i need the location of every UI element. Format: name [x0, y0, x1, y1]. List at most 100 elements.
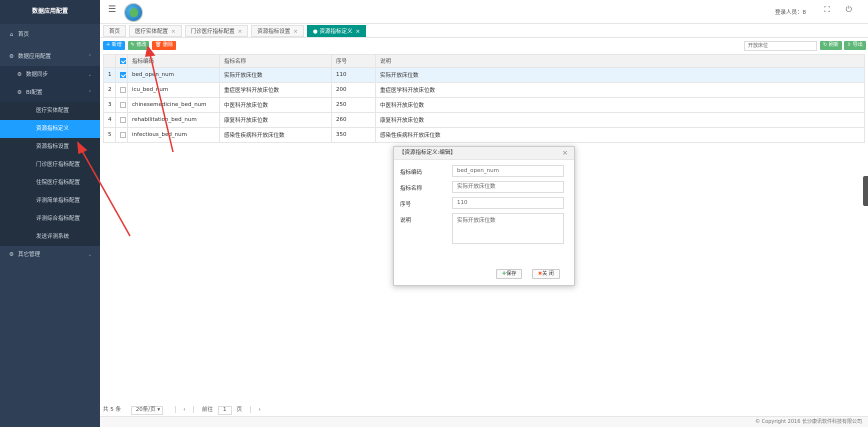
refresh-button[interactable]: ↻ 刷新 [820, 41, 842, 50]
desc-textarea[interactable]: 实际开放床位数 [452, 213, 564, 244]
row-number: 5 [103, 127, 116, 143]
cell-code: chinesemedicine_bed_num [127, 97, 220, 113]
close-icon[interactable]: × [562, 149, 568, 157]
sidebar-item-label: 数据同步 [26, 72, 49, 78]
sidebar-item-simple-eval[interactable]: 评测简单指标配置 [0, 192, 100, 210]
tab-outpatient-config[interactable]: 门诊医疗指标配置 × [184, 25, 249, 37]
cell-name: 实际开放床位数 [219, 67, 332, 83]
table-row[interactable]: 4 rehabilitation_bed_num 康复科开放床位数 260 康复… [103, 112, 865, 128]
cell-desc: 中医科开放床位数 [375, 97, 865, 113]
cell-code: bed_open_num [127, 67, 220, 83]
code-field[interactable]: bed_open_num [452, 165, 564, 177]
tab-label: 门诊医疗指标配置 [190, 29, 235, 35]
name-label: 指标名称 [400, 186, 423, 192]
save-button[interactable]: ✚保存 [496, 269, 523, 279]
login-user: 登录人员：8 [775, 8, 806, 16]
table-row[interactable]: 3 chinesemedicine_bed_num 中医科开放床位数 250 中… [103, 97, 865, 113]
tab-resource-def[interactable]: ● 资源指标定义 × [306, 25, 367, 37]
table-row[interactable]: 2 icu_bed_num 重症医学科开放床位数 200 重症医学科开放床位数 [103, 82, 865, 98]
sidebar-item-other-mgmt[interactable]: ⚙ 其它管理 ⌄ [0, 246, 100, 264]
cell-seq: 110 [331, 67, 376, 83]
fullscreen-icon[interactable]: ⛶ [824, 5, 830, 15]
chevron-down-icon: ⌄ [87, 252, 92, 258]
row-checkbox[interactable] [120, 101, 126, 108]
data-table: 指标编码 指标名称 序号 说明 1 bed_open_num 实际开放床位数 1… [103, 54, 865, 143]
goto-label: 前往 [201, 407, 213, 413]
close-icon[interactable]: × [293, 29, 298, 35]
login-user-label: 登录人员： [774, 10, 803, 16]
cell-code: icu_bed_num [127, 82, 220, 98]
sidebar-item-home[interactable]: ⌂ 首页 [0, 26, 100, 44]
side-scroll-handle[interactable] [863, 176, 868, 206]
sidebar-item-bi-config[interactable]: ⚙ BI配置 ⌃ [0, 84, 100, 102]
row-checkbox-cell[interactable] [115, 127, 128, 143]
divider [174, 406, 176, 413]
sidebar-item-outpatient-indicator[interactable]: 门诊医疗指标配置 [0, 156, 100, 174]
table-row[interactable]: 1 bed_open_num 实际开放床位数 110 实际开放床位数 [103, 67, 865, 83]
power-icon[interactable]: ⏻ [846, 5, 852, 15]
code-label: 指标编码 [400, 170, 423, 176]
desc-label: 说明 [400, 218, 412, 224]
page-suffix: 页 [236, 407, 242, 413]
menu-toggle-icon[interactable]: ☰ [108, 5, 116, 15]
sidebar-item-composite-eval[interactable]: 评测综合指标配置 [0, 210, 100, 228]
header-desc[interactable]: 说明 [375, 54, 865, 68]
next-page-icon[interactable]: › [258, 407, 260, 413]
cancel-button[interactable]: ✖关 闭 [532, 269, 560, 279]
tab-entity-config[interactable]: 医疗实体配置 × [129, 25, 182, 37]
cell-seq: 260 [331, 112, 376, 128]
sidebar-item-inpatient-indicator[interactable]: 住院医疗指标配置 [0, 174, 100, 192]
cell-code: infectious_bed_num [127, 127, 220, 143]
tab-label: 资源指标设置 [257, 29, 291, 35]
close-icon[interactable]: × [171, 29, 176, 35]
header-name[interactable]: 指标名称 [219, 54, 332, 68]
add-button[interactable]: + 新增 [103, 41, 125, 50]
add-button-label: 新增 [111, 42, 122, 48]
export-button[interactable]: ⇪ 导出 [844, 41, 866, 50]
cell-name: 重症医学科开放床位数 [219, 82, 332, 98]
trash-icon: 🗑 [155, 42, 164, 48]
delete-button[interactable]: 🗑 删除 [152, 41, 177, 50]
sidebar-item-data-app-config[interactable]: ⚙ 数据应用配置 ⌃ [0, 48, 100, 66]
sidebar-item-entity-config[interactable]: 医疗实体配置 [0, 102, 100, 120]
brand-logo [124, 3, 143, 22]
page-input[interactable]: 1 [217, 406, 232, 415]
close-icon[interactable]: × [238, 29, 243, 35]
sidebar-item-data-sync[interactable]: ⚙ 数据同步 ⌄ [0, 66, 100, 84]
row-checkbox[interactable] [120, 71, 126, 78]
tab-bar: 首页 医疗实体配置 × 门诊医疗指标配置 × 资源指标设置 × ● 资源指标定义 × [100, 24, 868, 38]
row-number: 4 [103, 112, 116, 128]
edit-button[interactable]: ✎ 修改 [127, 41, 150, 50]
row-checkbox[interactable] [120, 131, 126, 138]
row-checkbox-cell[interactable] [115, 67, 128, 83]
name-field[interactable]: 实际开放床位数 [452, 181, 564, 193]
table-row[interactable]: 5 infectious_bed_num 感染性疾病科开放床位数 350 感染性… [103, 127, 865, 143]
row-checkbox[interactable] [120, 116, 126, 123]
sidebar-item-send-eval[interactable]: 发送评测系统 [0, 228, 100, 246]
row-checkbox-cell[interactable] [115, 112, 128, 128]
page-size-select[interactable]: 20条/页 ▾ [130, 406, 163, 415]
cell-seq: 200 [331, 82, 376, 98]
row-number: 2 [103, 82, 116, 98]
prev-page-icon[interactable]: ‹ [183, 407, 185, 413]
cell-name: 中医科开放床位数 [219, 97, 332, 113]
row-checkbox-cell[interactable] [115, 97, 128, 113]
header-select-all[interactable] [115, 54, 128, 68]
header-seq[interactable]: 序号 [331, 54, 376, 68]
row-checkbox-cell[interactable] [115, 82, 128, 98]
tab-resource-set[interactable]: 资源指标设置 × [251, 25, 304, 37]
seq-field[interactable]: 110 [452, 197, 564, 209]
select-all-checkbox[interactable] [120, 57, 126, 64]
chevron-up-icon: ⌃ [87, 90, 92, 96]
sidebar-item-resource-indicator-def[interactable]: 资源指标定义 [0, 120, 100, 138]
cell-name: 康复科开放床位数 [219, 112, 332, 128]
edit-dialog: 【资源指标定义:编辑】 × 指标编码 bed_open_num 指标名称 实际开… [393, 146, 575, 286]
toolbar: + 新增 ✎ 修改 🗑 删除 [103, 41, 177, 51]
search-input[interactable]: 开放床位 [744, 41, 817, 51]
sidebar-item-resource-indicator-set[interactable]: 资源指标设置 [0, 138, 100, 156]
sidebar-item-label: 其它管理 [18, 252, 41, 258]
close-icon[interactable]: × [355, 29, 360, 35]
header-code[interactable]: 指标编码 [127, 54, 220, 68]
tab-home[interactable]: 首页 [103, 25, 127, 37]
row-checkbox[interactable] [120, 86, 126, 93]
